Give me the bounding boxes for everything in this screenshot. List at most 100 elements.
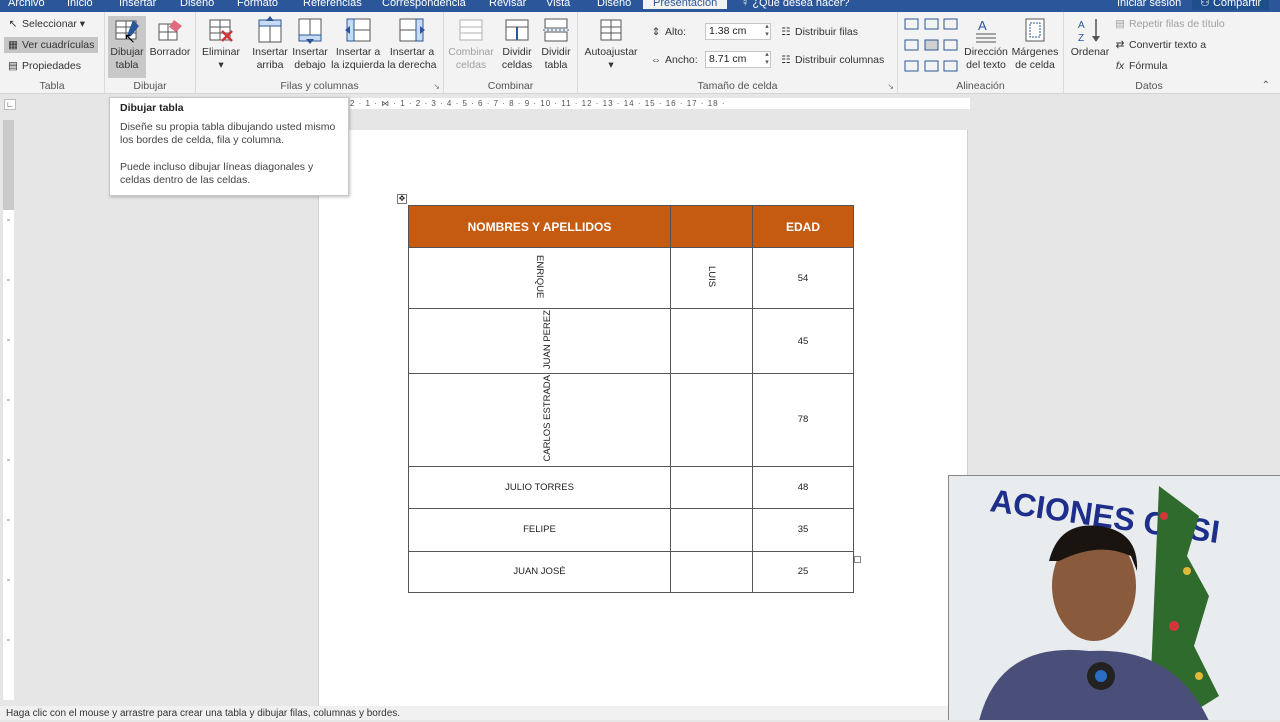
repeat-header-rows-button[interactable]: ▤ Repetir filas de título (1114, 18, 1225, 30)
group-label-tamano: Tamaño de celda (697, 80, 778, 92)
ribbon-tab-bar: Archivo Inicio Insertar Diseño Formato R… (0, 0, 1280, 12)
select-label: Seleccionar (22, 18, 77, 30)
table-row: CARLOS ESTRADA 78 (408, 373, 854, 467)
text-direction-button[interactable]: A Dirección del texto (960, 16, 1012, 72)
tooltip-description: Diseñe su propia tabla dibujando usted m… (120, 121, 336, 146)
sign-in-link[interactable]: Iniciar sesión (1117, 0, 1181, 10)
column-width-label: ⇔ Ancho: (650, 54, 698, 66)
table-cell-age[interactable]: 48 (752, 465, 854, 509)
autofit-button[interactable]: Autoajustar ▾ (580, 16, 642, 72)
dropdown-arrow-icon: ▾ (218, 59, 224, 71)
eraser-icon (158, 20, 182, 41)
delete-button[interactable]: Eliminar ▾ (200, 16, 242, 72)
row-height-label: ⇕ Alto: (651, 26, 687, 38)
share-button[interactable]: ⚇ Compartir (1192, 0, 1270, 10)
draw-table-button[interactable]: Dibujar tabla (108, 16, 146, 78)
table-cell-name[interactable]: JULIO TORRES (408, 465, 671, 509)
insert-above-label-1: Insertar (252, 46, 288, 58)
eraser-button[interactable]: Borrador (149, 16, 191, 59)
dialog-launcher-icon[interactable]: ↘ (887, 82, 894, 91)
table-cell-age[interactable]: 35 (752, 507, 854, 552)
table-cell-middle[interactable] (670, 465, 753, 509)
table-cell-name[interactable]: CARLOS ESTRADA (408, 373, 671, 467)
table-row: JUAN PEREZ 45 (408, 307, 854, 375)
insert-below-button[interactable]: Insertar debajo (290, 16, 330, 72)
collapse-ribbon-icon[interactable]: ⌃ (1262, 80, 1270, 91)
dialog-launcher-icon[interactable]: ↘ (433, 82, 440, 91)
insert-left-label-1: Insertar a (335, 46, 381, 58)
split-table-button[interactable]: Dividir tabla (537, 16, 575, 72)
delete-table-icon (209, 19, 233, 42)
table-cell-name[interactable]: JUAN JOSÉ (408, 550, 671, 593)
cell-text: ENRIQUE (534, 254, 545, 299)
alignment-buttons-icon[interactable] (904, 18, 958, 74)
table-cell-age[interactable]: 54 (752, 247, 854, 309)
insert-below-label-1: Insertar (292, 46, 328, 58)
insert-above-button[interactable]: Insertar arriba (250, 16, 290, 72)
group-datos: A Z Ordenar ▤ Repetir filas de título ⇄ Co… (1064, 12, 1234, 94)
distribute-rows-button[interactable]: ☷ Distribuir filas (780, 26, 858, 38)
table-cell-middle[interactable] (670, 373, 753, 467)
horizontal-ruler[interactable]: 2 · 1 · ⋈ · 1 · 2 · 3 · 4 · 5 · 6 · 7 · … (350, 98, 970, 109)
distribute-columns-button[interactable]: ☷ Distribuir columnas (780, 54, 884, 66)
cell-text: LUIS (706, 265, 717, 288)
tab-presentacion[interactable]: Presentación (643, 0, 728, 9)
tab-revisar[interactable]: Revisar (489, 0, 526, 10)
view-gridlines-button[interactable]: ▦ Ver cuadrículas (4, 37, 98, 53)
table-cell-middle[interactable] (670, 507, 753, 552)
merge-cells-button[interactable]: Combinar celdas (446, 16, 496, 72)
table-cell-age[interactable]: 78 (752, 373, 854, 467)
tab-correspondencia[interactable]: Correspondencia (382, 0, 466, 10)
select-button[interactable]: ↖ Seleccionar ▾ (7, 18, 85, 30)
insert-above-label-2: arriba (256, 59, 284, 71)
vertical-ruler[interactable] (3, 120, 14, 700)
cell-margins-icon (1025, 18, 1045, 42)
header-cell-nombres[interactable]: NOMBRES Y APELLIDOS (408, 205, 671, 248)
eraser-label: Borrador (149, 46, 191, 58)
tab-selector-icon[interactable]: ∟ (4, 99, 16, 110)
tab-vista[interactable]: Vista (546, 0, 570, 10)
table-resize-handle-icon[interactable] (854, 556, 861, 563)
convert-to-text-button[interactable]: ⇄ Convertir texto a (1114, 39, 1206, 51)
row-height-input[interactable]: 1.38 cm (705, 22, 771, 40)
sort-label: Ordenar (1070, 46, 1110, 58)
table-cell-middle[interactable] (670, 550, 753, 593)
sort-button[interactable]: A Z Ordenar (1068, 16, 1112, 59)
table-cell-middle[interactable]: LUIS (670, 247, 753, 309)
cell-margins-button[interactable]: Márgenes de celda (1010, 16, 1060, 72)
table-cell-age[interactable]: 45 (752, 307, 854, 375)
group-label-tabla: Tabla (39, 80, 65, 92)
properties-button[interactable]: ▤ Propiedades (7, 60, 81, 72)
header-cell-blank[interactable] (670, 205, 753, 248)
tab-inicio[interactable]: Inicio (67, 0, 93, 10)
status-text: Haga clic con el mouse y arrastre para c… (6, 708, 401, 719)
insert-right-button[interactable]: Insertar a la derecha (386, 16, 438, 72)
document-table[interactable]: NOMBRES Y APELLIDOS EDAD ENRIQUE LUIS 54… (408, 205, 854, 593)
merge-cells-icon (459, 19, 483, 41)
tell-me-box[interactable]: ♀ ¿Qué desea hacer? (741, 0, 850, 10)
webcam-video-image: ACIONES CASI (949, 476, 1280, 720)
group-dibujar: Dibujar tabla Borrador Dibujar (105, 12, 196, 94)
tab-referencias[interactable]: Referencias (303, 0, 362, 10)
tab-diseno[interactable]: Diseño (180, 0, 214, 10)
table-cell-name[interactable]: FELIPE (408, 507, 671, 552)
table-cell-name[interactable]: ENRIQUE (408, 247, 671, 309)
formula-button[interactable]: fx Fórmula (1114, 60, 1168, 72)
table-cell-name[interactable]: JUAN PEREZ (408, 307, 671, 375)
header-cell-edad[interactable]: EDAD (752, 205, 854, 248)
group-combinar: Combinar celdas Dividir celdas Dividir t… (444, 12, 578, 94)
insert-left-button[interactable]: Insertar a la izquierda (330, 16, 386, 72)
column-width-input[interactable]: 8.71 cm (705, 50, 771, 68)
table-move-handle-icon[interactable]: ✥ (397, 194, 407, 204)
tab-diseno-tabla[interactable]: Diseño (597, 0, 631, 10)
table-cell-middle[interactable] (670, 307, 753, 375)
dropdown-arrow-icon: ▾ (76, 18, 86, 30)
tab-archivo[interactable]: Archivo (8, 0, 45, 10)
autofit-label: Autoajustar (584, 46, 638, 58)
insert-left-icon (345, 18, 371, 42)
tab-formato[interactable]: Formato (237, 0, 278, 10)
tab-insertar[interactable]: Insertar (119, 0, 156, 10)
group-alineacion: A Dirección del texto Márgenes de celda … (898, 12, 1064, 94)
table-cell-age[interactable]: 25 (752, 550, 854, 593)
split-cells-button[interactable]: Dividir celdas (498, 16, 536, 72)
